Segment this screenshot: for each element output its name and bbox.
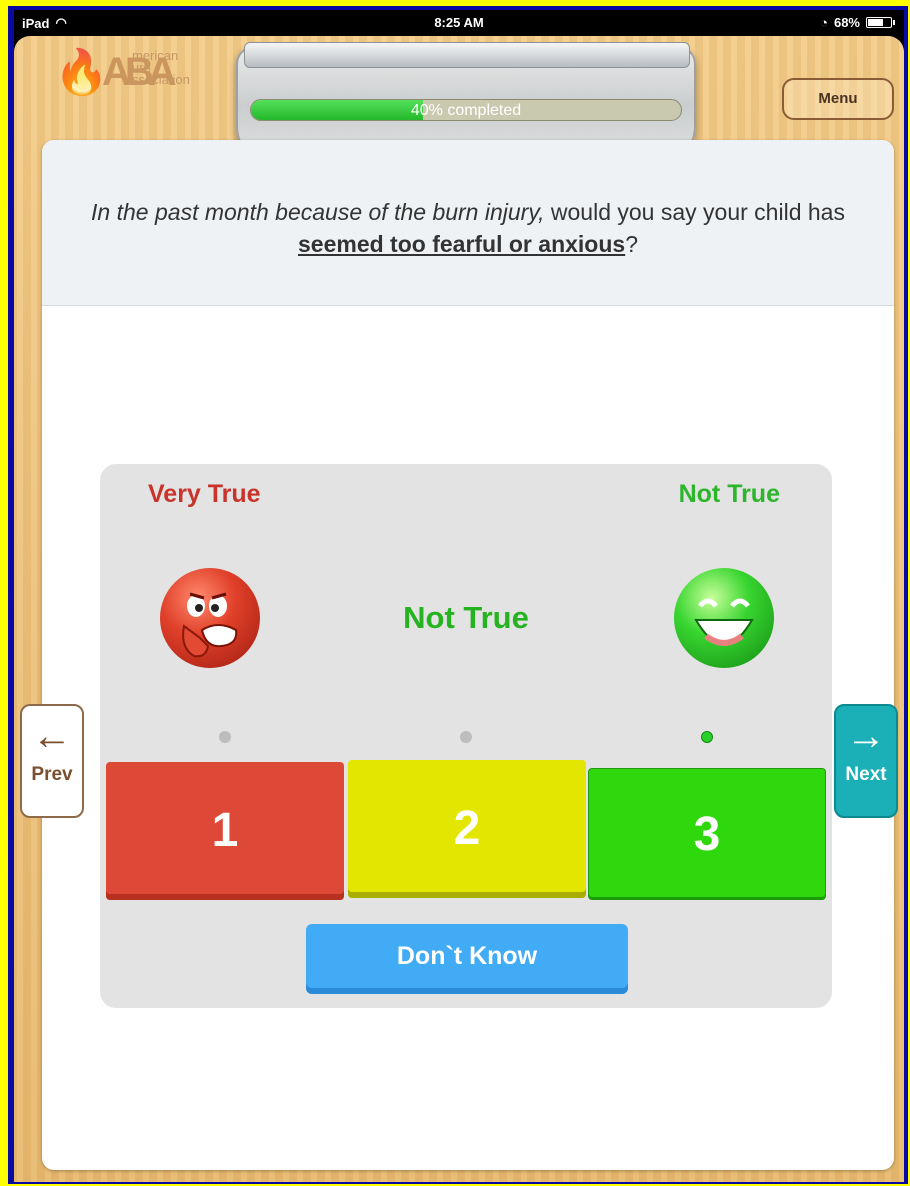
battery-percent: 68% [833, 15, 860, 30]
arrow-left-icon: ← [32, 714, 72, 758]
question-plain: would you say your child has [544, 199, 845, 225]
option-1-indicator [219, 731, 231, 743]
right-anchor-label: Not True [678, 480, 780, 508]
question-emphasis: seemed too fearful or anxious [298, 231, 626, 257]
question-text: In the past month because of the burn in… [66, 196, 870, 260]
status-time: 8:25 AM [434, 15, 484, 30]
clipboard-clip-bar [244, 42, 690, 68]
flame-icon: 🔥 [54, 48, 109, 97]
status-right: ◔ 68% [820, 15, 895, 30]
option-3-indicator [701, 731, 713, 743]
aba-logo: 🔥 ABA merican urn ssociation [54, 46, 224, 106]
left-anchor-label: Very True [148, 480, 261, 508]
progress-bar: 40% completed [250, 99, 682, 121]
next-button[interactable]: → Next [834, 704, 898, 818]
status-bar: iPad ◠ 8:25 AM ◔ 68% [14, 10, 904, 36]
prev-button[interactable]: ← Prev [20, 704, 84, 818]
option-3-button[interactable]: 3 [588, 768, 826, 900]
rating-panel: Very True Not True Not True 1 2 3 Don`t … [100, 464, 832, 1008]
battery-icon [866, 17, 895, 28]
logo-line-3: ssociation [132, 72, 190, 87]
happy-face-icon [674, 568, 774, 668]
progress-label: 40% completed [410, 102, 522, 119]
prev-label: Prev [31, 764, 73, 785]
screenshot-frame: iPad ◠ 8:25 AM ◔ 68% 🔥 ABA merican urn s… [8, 6, 908, 1184]
orientation-lock-icon: ◔ [820, 15, 828, 30]
question-end: ? [625, 231, 638, 257]
logo-words: merican urn ssociation [132, 49, 190, 87]
question-box: In the past month because of the burn in… [42, 140, 894, 306]
ipad-screen: iPad ◠ 8:25 AM ◔ 68% 🔥 ABA merican urn s… [14, 10, 904, 1182]
arrow-right-icon: → [846, 714, 886, 758]
option-2-button[interactable]: 2 [348, 760, 586, 898]
question-card: In the past month because of the burn in… [42, 140, 894, 1170]
option-2-indicator [460, 731, 472, 743]
next-label: Next [845, 764, 887, 785]
option-1-button[interactable]: 1 [106, 762, 344, 900]
dont-know-button[interactable]: Don`t Know [306, 924, 628, 994]
question-italic: In the past month because of the burn in… [91, 199, 545, 225]
menu-button[interactable]: Menu [782, 78, 894, 120]
